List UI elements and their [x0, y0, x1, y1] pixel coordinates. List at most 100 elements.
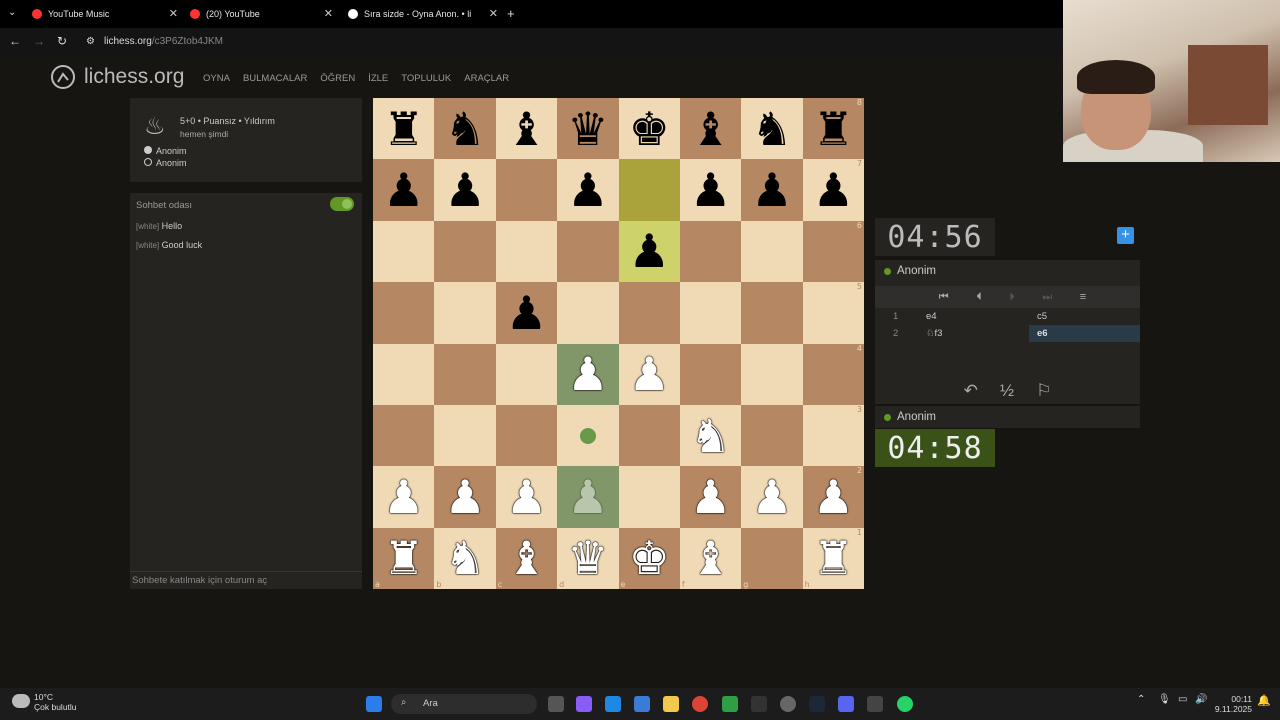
back-icon[interactable]: ←: [9, 34, 21, 48]
forward-icon[interactable]: →: [33, 34, 45, 48]
menu-icon[interactable]: ≡: [1080, 291, 1086, 303]
menu-watch[interactable]: İZLE: [368, 73, 388, 84]
xbox-icon[interactable]: [722, 696, 738, 712]
chess-board[interactable]: ♜ ♞ ♝ ♛ ♚ ♝ ♞ 8 ♜ ♟ ♟ ♟ ♟ ♟ 7 ♟ ♟ 6 ♟ 5 ♟ ♟ 4 ♞ 3 ♟ ♟ ♟ ♟ ♟ ♟ 2 ♟ a ♜ b ♞ c ♝ d…: [373, 98, 864, 589]
tray-chevron-icon[interactable]: ⌃: [1137, 694, 1145, 705]
black-knight-icon[interactable]: ♞: [444, 106, 485, 152]
black-move[interactable]: e6: [1029, 325, 1140, 342]
square-c8[interactable]: ♝: [495, 98, 558, 160]
chat-input[interactable]: Sohbete katılmak için oturum aç: [130, 571, 362, 589]
new-tab-icon[interactable]: +: [507, 6, 515, 21]
square-h6[interactable]: 6: [802, 220, 864, 283]
last-move-icon[interactable]: ⏭: [1042, 291, 1052, 304]
player-black[interactable]: Anonim: [144, 158, 187, 168]
white-rook-icon[interactable]: ♜: [813, 535, 854, 581]
black-pawn-icon[interactable]: ♟: [629, 228, 670, 274]
square-d6[interactable]: [557, 220, 619, 283]
resign-flag-icon[interactable]: ⚐: [1036, 381, 1051, 401]
square-g2[interactable]: ♟: [741, 466, 803, 528]
site-logo[interactable]: lichess.org: [50, 64, 184, 90]
url-field[interactable]: lichess.org/c3P6Ztob4JKM: [104, 36, 223, 47]
black-pawn-icon[interactable]: ♟: [567, 167, 608, 213]
player-white[interactable]: Anonim: [144, 146, 187, 156]
square-a8[interactable]: ♜: [373, 98, 435, 160]
square-f3[interactable]: ♞: [679, 404, 742, 467]
network-icon[interactable]: ▭: [1178, 694, 1187, 705]
draw-offer-icon[interactable]: ½: [1000, 381, 1014, 401]
white-pawn-icon[interactable]: ♟: [567, 351, 608, 397]
prev-move-icon[interactable]: ⏴: [976, 291, 982, 304]
next-move-icon[interactable]: ⏵: [1009, 291, 1015, 304]
square-c6[interactable]: [495, 220, 558, 283]
white-pawn-icon[interactable]: ♟: [629, 351, 670, 397]
chat-toggle[interactable]: [330, 197, 354, 211]
menu-play[interactable]: OYNA: [203, 73, 230, 84]
square-a5[interactable]: [373, 282, 435, 344]
square-g1[interactable]: g: [741, 527, 803, 589]
tab-youtube-music[interactable]: YouTube Music ✕: [32, 2, 178, 26]
square-e1[interactable]: e ♚: [618, 527, 680, 589]
tab-lichess[interactable]: Sıra sizde - Oyna Anon. • li ✕: [348, 2, 498, 26]
steam-icon[interactable]: [809, 696, 825, 712]
white-bishop-icon[interactable]: ♝: [690, 535, 731, 581]
square-a1[interactable]: a ♜: [373, 527, 435, 589]
square-c2[interactable]: ♟: [495, 466, 558, 528]
square-b2[interactable]: ♟: [434, 466, 496, 528]
chrome-icon[interactable]: [692, 696, 708, 712]
square-c4[interactable]: [495, 343, 558, 405]
square-h7[interactable]: 7 ♟: [802, 159, 864, 221]
square-d4[interactable]: ♟: [557, 343, 619, 405]
tab-youtube[interactable]: (20) YouTube ✕: [190, 2, 333, 26]
opponent-player[interactable]: Anonim: [875, 260, 1140, 282]
self-player[interactable]: Anonim: [875, 406, 1140, 428]
black-pawn-icon[interactable]: ♟: [690, 167, 731, 213]
white-pawn-icon[interactable]: ♟: [751, 474, 792, 520]
square-b4[interactable]: [434, 343, 496, 405]
menu-puzzles[interactable]: BULMACALAR: [243, 73, 307, 84]
square-h3[interactable]: 3: [802, 404, 864, 467]
menu-community[interactable]: TOPLULUK: [401, 73, 451, 84]
square-e4[interactable]: ♟: [618, 343, 680, 405]
square-d1[interactable]: d ♛: [557, 527, 619, 589]
square-d8[interactable]: ♛: [557, 98, 619, 160]
square-b6[interactable]: [434, 220, 496, 283]
notification-icon[interactable]: 🔔: [1257, 694, 1271, 707]
white-rook-icon[interactable]: ♜: [383, 535, 424, 581]
square-b1[interactable]: b ♞: [434, 527, 496, 589]
black-rook-icon[interactable]: ♜: [813, 106, 854, 152]
square-b3[interactable]: [434, 404, 496, 467]
taskbar-search[interactable]: ⌕ Ara: [391, 694, 537, 714]
square-d5[interactable]: [557, 282, 619, 344]
square-h5[interactable]: 5: [802, 282, 864, 344]
square-c3[interactable]: [495, 404, 558, 467]
add-time-icon[interactable]: +: [1117, 227, 1134, 244]
black-knight-icon[interactable]: ♞: [751, 106, 792, 152]
volume-icon[interactable]: 🔊: [1195, 694, 1207, 705]
black-bishop-icon[interactable]: ♝: [690, 106, 731, 152]
square-f5[interactable]: [679, 282, 742, 344]
white-king-icon[interactable]: ♚: [629, 535, 670, 581]
square-g5[interactable]: [741, 282, 803, 344]
menu-tools[interactable]: ARAÇLAR: [464, 73, 509, 84]
black-pawn-icon[interactable]: ♟: [444, 167, 485, 213]
square-f6[interactable]: [679, 220, 742, 283]
square-a7[interactable]: ♟: [373, 159, 435, 221]
reload-icon[interactable]: ↻: [57, 34, 67, 48]
square-d3[interactable]: [557, 404, 619, 467]
square-g7[interactable]: ♟: [741, 159, 803, 221]
square-a2[interactable]: ♟: [373, 466, 435, 528]
square-a6[interactable]: [373, 220, 435, 283]
square-f2[interactable]: ♟: [679, 466, 742, 528]
black-pawn-icon[interactable]: ♟: [813, 167, 854, 213]
app-icon[interactable]: [780, 696, 796, 712]
close-icon[interactable]: ✕: [169, 7, 178, 20]
black-pawn-icon[interactable]: ♟: [506, 290, 547, 336]
white-pawn-icon[interactable]: ♟: [383, 474, 424, 520]
square-d2[interactable]: ♟: [557, 466, 619, 528]
white-pawn-icon[interactable]: ♟: [444, 474, 485, 520]
black-move[interactable]: c5: [1029, 308, 1140, 325]
task-view-icon[interactable]: [548, 696, 564, 712]
square-g6[interactable]: [741, 220, 803, 283]
clock-widget[interactable]: 00:11 9.11.2025: [1212, 694, 1252, 714]
close-icon[interactable]: ✕: [489, 7, 498, 20]
